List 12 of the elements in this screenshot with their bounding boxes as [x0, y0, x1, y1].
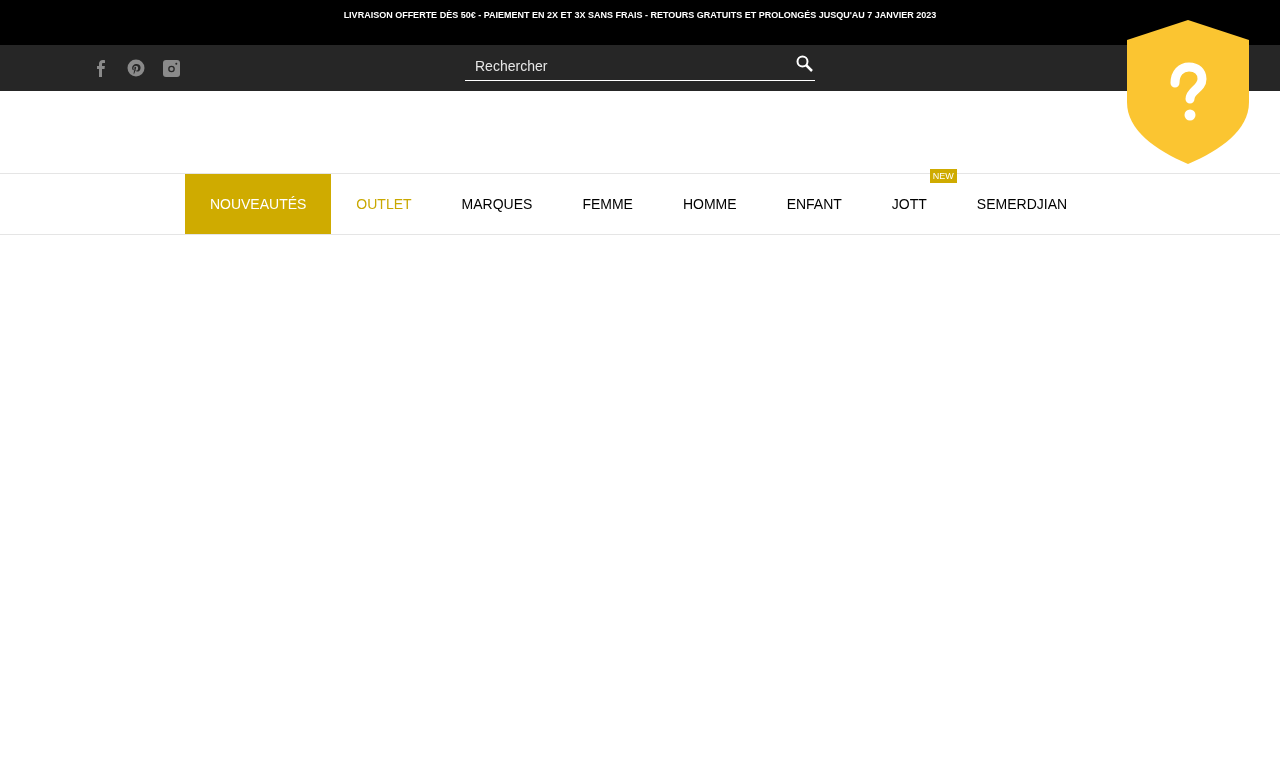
search-icon[interactable] [796, 55, 813, 72]
instagram-icon[interactable] [163, 59, 180, 77]
pinterest-icon[interactable] [127, 59, 145, 77]
nav-tab[interactable]: MARQUES [436, 174, 558, 234]
search-field[interactable]: Rechercher [465, 52, 815, 81]
announcement-text: LIVRAISON OFFERTE DÈS 50€ - PAIEMENT EN 2X ET 3X SANS FRAIS - RETOURS GRATUITS ET PROLONGÉS JUSQU'AU 7 JANVIER 2023 [343, 9, 937, 22]
new-badge: NEW [929, 169, 957, 183]
shield-question-icon[interactable] [1127, 20, 1249, 164]
nav-tab[interactable]: HOMME [657, 174, 762, 234]
nav-tab[interactable]: JOTT [866, 185, 952, 234]
nav-tab[interactable]: ENFANT [761, 174, 867, 234]
nav-tab[interactable]: FEMME [557, 174, 658, 234]
